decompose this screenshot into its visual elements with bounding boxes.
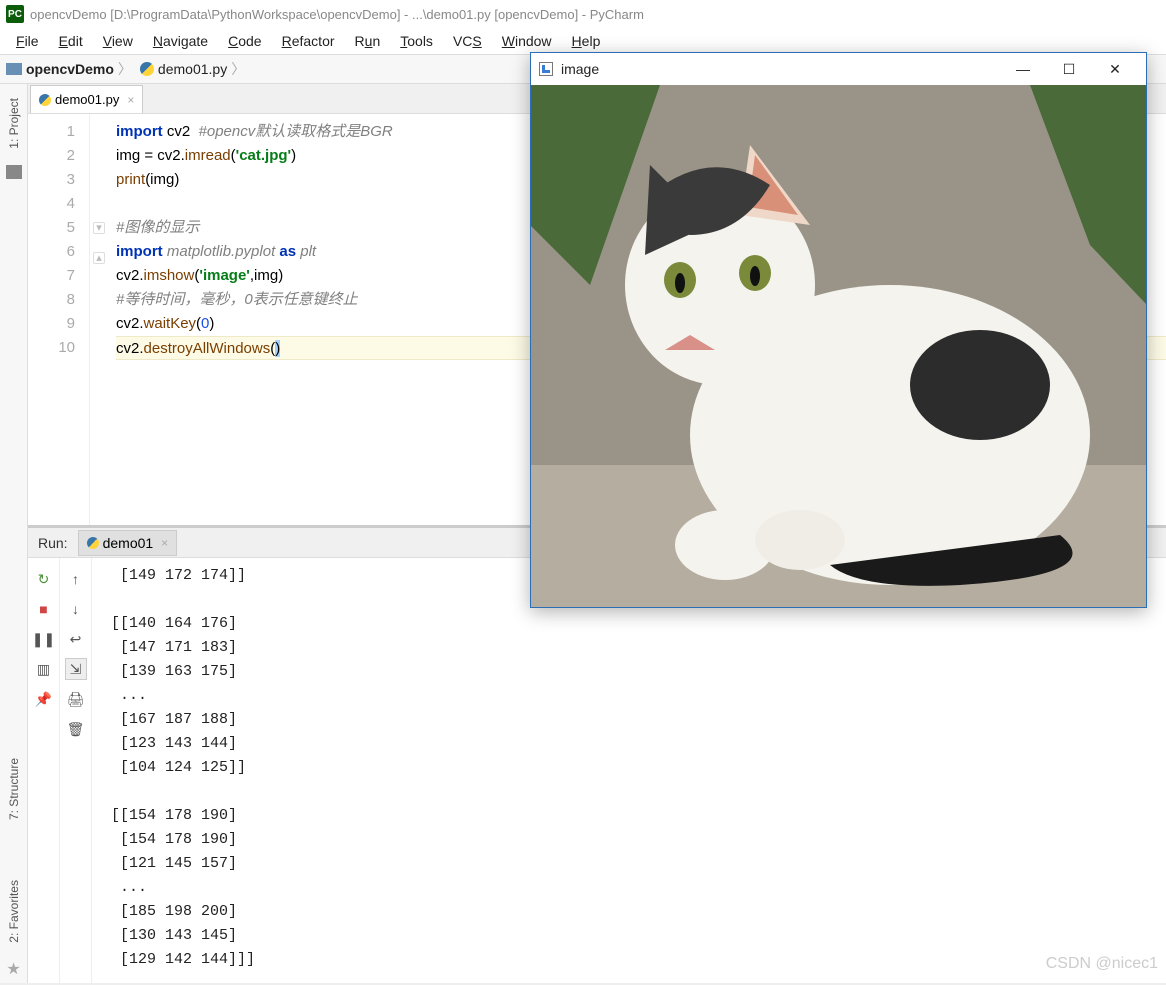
menu-view[interactable]: View xyxy=(93,31,143,51)
clear-button[interactable]: 🗑 xyxy=(65,718,87,740)
menu-tools[interactable]: Tools xyxy=(390,31,443,51)
folder-icon xyxy=(6,63,22,75)
folder-icon xyxy=(6,165,22,179)
star-icon: ★ xyxy=(6,959,20,979)
run-toolbar-primary: ↻ ■ ❚❚ ▥ 📌 xyxy=(28,558,60,985)
cat-image xyxy=(531,85,1146,607)
print-button[interactable]: 🖨 xyxy=(65,688,87,710)
down-button[interactable]: ↓ xyxy=(65,598,87,620)
editor-tab-demo01[interactable]: demo01.py × xyxy=(30,85,143,113)
title-bar: PC opencvDemo [D:\ProgramData\PythonWork… xyxy=(0,0,1166,28)
chevron-right-icon: 〉 xyxy=(231,59,245,79)
close-icon[interactable]: × xyxy=(127,93,134,107)
breadcrumb-project[interactable]: opencvDemo xyxy=(26,61,114,77)
close-icon[interactable]: × xyxy=(161,536,168,550)
window-title: opencvDemo [D:\ProgramData\PythonWorkspa… xyxy=(30,7,644,22)
menu-refactor[interactable]: Refactor xyxy=(272,31,345,51)
python-icon xyxy=(140,62,154,76)
watermark: CSDN @nicec1 xyxy=(1046,955,1158,973)
menu-run[interactable]: Run xyxy=(345,31,391,51)
run-toolbar-secondary: ↑ ↓ ↩ ⇲ 🖨 🗑 xyxy=(60,558,92,985)
left-tool-strip: 1: Project 7: Structure 2: Favorites ★ xyxy=(0,84,28,985)
menu-window[interactable]: Window xyxy=(492,31,562,51)
menu-edit[interactable]: Edit xyxy=(49,31,93,51)
run-tab-label: demo01 xyxy=(103,535,154,551)
console-output[interactable]: [149 172 174]] [[140 164 176] [147 171 1… xyxy=(92,558,1166,985)
python-icon xyxy=(87,537,99,549)
close-button[interactable]: ✕ xyxy=(1092,54,1138,84)
menu-help[interactable]: Help xyxy=(562,31,611,51)
up-button[interactable]: ↑ xyxy=(65,568,87,590)
tool-project[interactable]: 1: Project xyxy=(7,98,21,149)
maximize-button[interactable]: ☐ xyxy=(1046,54,1092,84)
pause-button[interactable]: ❚❚ xyxy=(33,628,55,650)
image-window-titlebar[interactable]: image — ☐ ✕ xyxy=(531,53,1146,85)
app-icon xyxy=(539,62,553,76)
scroll-to-end-button[interactable]: ⇲ xyxy=(65,658,87,680)
python-icon xyxy=(39,94,51,106)
image-canvas xyxy=(531,85,1146,607)
run-label: Run: xyxy=(28,535,78,551)
editor-tab-label: demo01.py xyxy=(55,92,119,107)
breadcrumb-file[interactable]: demo01.py xyxy=(158,61,227,77)
wrap-button[interactable]: ↩ xyxy=(65,628,87,650)
image-window-title: image xyxy=(561,61,599,77)
line-gutter: 123 456 789 10 xyxy=(28,114,90,525)
menu-bar: File Edit View Navigate Code Refactor Ru… xyxy=(0,28,1166,54)
minimize-button[interactable]: — xyxy=(1000,54,1046,84)
tool-structure[interactable]: 7: Structure xyxy=(7,758,21,820)
run-tab-demo01[interactable]: demo01 × xyxy=(78,530,178,556)
menu-file[interactable]: File xyxy=(6,31,49,51)
fold-marker-icon[interactable]: ▴ xyxy=(93,252,105,264)
image-window[interactable]: image — ☐ ✕ xyxy=(530,52,1147,608)
menu-code[interactable]: Code xyxy=(218,31,271,51)
stop-button[interactable]: ■ xyxy=(33,598,55,620)
tool-favorites[interactable]: 2: Favorites xyxy=(7,880,21,943)
fold-gutter: ▾ ▴ xyxy=(90,114,108,525)
fold-marker-icon[interactable]: ▾ xyxy=(93,222,105,234)
pycharm-logo: PC xyxy=(6,5,24,23)
menu-vcs[interactable]: VCS xyxy=(443,31,492,51)
chevron-right-icon: 〉 xyxy=(118,59,132,79)
rerun-button[interactable]: ↻ xyxy=(33,568,55,590)
pin-button[interactable]: 📌 xyxy=(33,688,55,710)
layout-button[interactable]: ▥ xyxy=(33,658,55,680)
menu-navigate[interactable]: Navigate xyxy=(143,31,218,51)
